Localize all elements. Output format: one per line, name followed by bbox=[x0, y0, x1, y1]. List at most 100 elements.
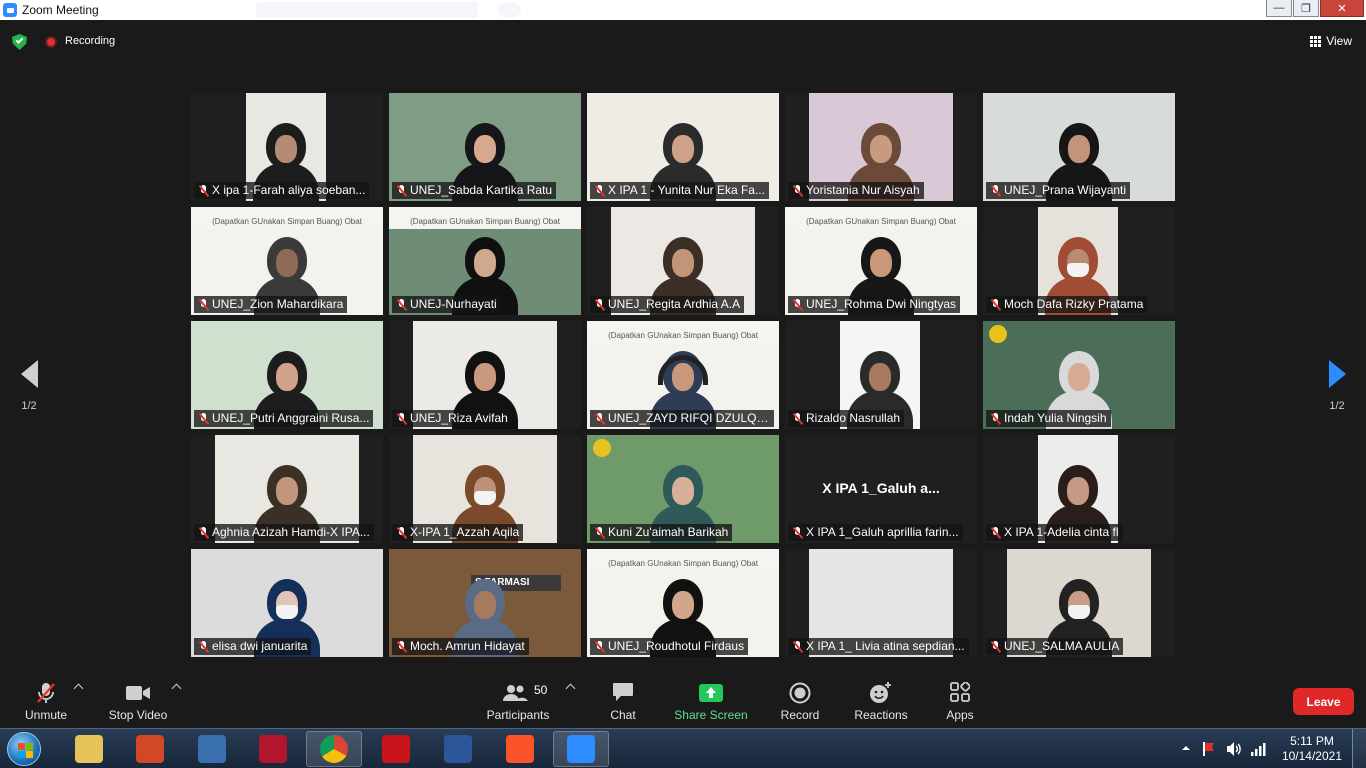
participants-label: Participants bbox=[486, 708, 550, 722]
maximize-button[interactable]: ❐ bbox=[1293, 0, 1319, 17]
close-button[interactable]: ✕ bbox=[1320, 0, 1364, 17]
virtual-background-banner: (Dapatkan GUnakan Simpan Buang) Obat bbox=[389, 207, 581, 229]
participant-video-tile[interactable]: X IPA 1_Galuh a... X IPA 1_Galuh aprillia… bbox=[785, 435, 977, 543]
window-controls: — ❐ ✕ bbox=[1266, 0, 1364, 17]
leave-meeting-button[interactable]: Leave bbox=[1293, 688, 1354, 715]
participant-video-tile[interactable]: S FARMASI Moch. Amrun Hidayat bbox=[389, 549, 581, 657]
microphone-muted-icon bbox=[594, 298, 606, 312]
background-window-button bbox=[497, 2, 521, 18]
participant-name-label: Kuni Zu'aimah Barikah bbox=[590, 524, 733, 541]
participants-count: 50 bbox=[534, 683, 548, 697]
participant-face bbox=[474, 363, 496, 391]
recording-icon[interactable] bbox=[45, 36, 57, 48]
participant-video-tile[interactable]: UNEJ_Regita Ardhia A.A bbox=[587, 207, 779, 315]
taskbar-app-chrome[interactable] bbox=[306, 731, 362, 767]
taskbar-app-acrobat[interactable] bbox=[368, 731, 424, 767]
volume-speaker-icon[interactable] bbox=[1226, 741, 1242, 757]
file-explorer-icon bbox=[75, 735, 103, 763]
windows-logo-icon bbox=[18, 743, 25, 750]
participant-video-tile[interactable]: UNEJ_Putri Anggraini Rusa... bbox=[191, 321, 383, 429]
word-icon bbox=[444, 735, 472, 763]
share-screen-button[interactable]: Share Screen bbox=[672, 672, 750, 728]
show-desktop-button[interactable] bbox=[1352, 729, 1366, 768]
participant-video-tile[interactable]: X IPA 1-Adelia cinta fl bbox=[983, 435, 1175, 543]
participant-video-tile[interactable]: Rizaldo Nasrullah bbox=[785, 321, 977, 429]
participant-video-tile[interactable]: X-IPA 1_Azzah Aqila bbox=[389, 435, 581, 543]
participant-name-text: UNEJ_SALMA AULIA bbox=[1004, 639, 1120, 653]
participant-name-text: X IPA 1 - Yunita Nur Eka Fa... bbox=[608, 183, 765, 197]
taskbar-app-zoom[interactable] bbox=[553, 731, 609, 767]
participant-video-tile[interactable]: Kuni Zu'aimah Barikah bbox=[587, 435, 779, 543]
reactions-label: Reactions bbox=[854, 708, 908, 722]
participant-name-label: Rizaldo Nasrullah bbox=[788, 410, 905, 427]
next-page-button[interactable]: 1/2 bbox=[1322, 350, 1352, 412]
reactions-button[interactable]: Reactions bbox=[850, 672, 912, 728]
taskbar-app-video-editor[interactable] bbox=[184, 731, 240, 767]
participant-face bbox=[1068, 135, 1090, 163]
participant-face bbox=[870, 135, 892, 163]
chat-button[interactable]: Chat bbox=[600, 672, 646, 728]
participant-name-text: X-IPA 1_Azzah Aqila bbox=[410, 525, 520, 539]
participant-video-tile[interactable]: (Dapatkan GUnakan Simpan Buang) Obat UNEJ… bbox=[785, 207, 977, 315]
participant-name-text: UNEJ_Roudhotul Firdaus bbox=[608, 639, 745, 653]
taskbar-app-word[interactable] bbox=[430, 731, 486, 767]
participant-video-tile[interactable]: Aghnia Azizah Hamdi-X IPA... bbox=[191, 435, 383, 543]
participant-video-tile[interactable]: (Dapatkan GUnakan Simpan Buang) Obat UNEJ… bbox=[191, 207, 383, 315]
apps-button[interactable]: Apps bbox=[938, 672, 982, 728]
background-window-tab bbox=[256, 2, 478, 18]
network-signal-icon[interactable] bbox=[1250, 741, 1266, 757]
microphone-muted-icon bbox=[792, 640, 804, 654]
taskbar-app-brave[interactable] bbox=[492, 731, 548, 767]
audio-options-chevron-up-icon[interactable] bbox=[73, 683, 84, 694]
participant-video-tile[interactable]: UNEJ_SALMA AULIA bbox=[983, 549, 1175, 657]
participant-video-tile[interactable]: (Dapatkan GUnakan Simpan Buang) Obat UNEJ… bbox=[587, 549, 779, 657]
participant-face bbox=[672, 591, 694, 619]
face-mask bbox=[1067, 263, 1089, 277]
participant-video-tile[interactable]: UNEJ_Prana Wijayanti bbox=[983, 93, 1175, 201]
participant-name-label: UNEJ_Sabda Kartika Ratu bbox=[392, 182, 557, 199]
taskbar-app-file-explorer[interactable] bbox=[61, 731, 117, 767]
participant-video-tile[interactable]: UNEJ_Sabda Kartika Ratu bbox=[389, 93, 581, 201]
face-mask bbox=[474, 491, 496, 505]
view-button[interactable]: View bbox=[1310, 34, 1352, 48]
system-tray: 5:11 PM 10/14/2021 bbox=[1166, 729, 1366, 768]
show-hidden-icons-chevron-icon[interactable] bbox=[1182, 744, 1190, 752]
zoom-meeting-window: Zoom Meeting — ❐ ✕ Recording View 1/2 1/… bbox=[0, 0, 1366, 768]
taskbar-app-mendeley[interactable] bbox=[245, 731, 301, 767]
participant-video-tile[interactable]: X ipa 1-Farah aliya soeban... bbox=[191, 93, 383, 201]
participants-options-chevron-up-icon[interactable] bbox=[565, 683, 576, 694]
mendeley-icon bbox=[259, 735, 287, 763]
record-button[interactable]: Record bbox=[776, 672, 824, 728]
taskbar-app-powerpoint[interactable] bbox=[122, 731, 178, 767]
participant-video-tile[interactable]: (Dapatkan GUnakan Simpan Buang) Obat UNEJ… bbox=[587, 321, 779, 429]
participant-video-tile[interactable]: X IPA 1_ Livia atina sepdian... bbox=[785, 549, 977, 657]
share-screen-label: Share Screen bbox=[674, 708, 748, 722]
microphone-muted-icon bbox=[198, 412, 210, 426]
participant-video-tile[interactable]: Indah Yulia Ningsih bbox=[983, 321, 1175, 429]
video-options-chevron-up-icon[interactable] bbox=[171, 683, 182, 694]
action-center-flag-icon[interactable] bbox=[1202, 741, 1216, 757]
recording-label: Recording bbox=[65, 35, 116, 47]
participant-video-tile[interactable]: elisa dwi januarita bbox=[191, 549, 383, 657]
participant-video-tile[interactable]: X IPA 1 - Yunita Nur Eka Fa... bbox=[587, 93, 779, 201]
previous-page-button[interactable]: 1/2 bbox=[14, 350, 44, 412]
window-title: Zoom Meeting bbox=[22, 3, 99, 17]
gallery-video-grid: X ipa 1-Farah aliya soeban... UNEJ_Sabda … bbox=[191, 93, 1176, 657]
participant-name-label: X ipa 1-Farah aliya soeban... bbox=[194, 182, 370, 199]
participants-button[interactable]: 50 Participants bbox=[484, 672, 552, 728]
stop-video-button[interactable]: Stop Video bbox=[104, 672, 172, 728]
unmute-button[interactable]: Unmute bbox=[18, 672, 74, 728]
minimize-button[interactable]: — bbox=[1266, 0, 1292, 17]
participant-name-label: Moch. Amrun Hidayat bbox=[392, 638, 529, 655]
participant-video-tile[interactable]: UNEJ_Riza Avifah bbox=[389, 321, 581, 429]
windows-start-button[interactable] bbox=[7, 732, 41, 766]
participant-video-tile[interactable]: Moch Dafa Rizky Pratama bbox=[983, 207, 1175, 315]
taskbar-clock[interactable]: 5:11 PM 10/14/2021 bbox=[1282, 734, 1342, 764]
participant-video-tile[interactable]: (Dapatkan GUnakan Simpan Buang) Obat UNEJ… bbox=[389, 207, 581, 315]
participant-name-text: X IPA 1_ Livia atina sepdian... bbox=[806, 639, 965, 653]
participant-name-label: Aghnia Azizah Hamdi-X IPA... bbox=[194, 524, 374, 541]
participant-video-tile[interactable]: Yoristania Nur Aisyah bbox=[785, 93, 977, 201]
participant-face bbox=[1067, 477, 1089, 505]
participant-name-label: UNEJ_SALMA AULIA bbox=[986, 638, 1124, 655]
microphone-muted-icon bbox=[990, 412, 1002, 426]
